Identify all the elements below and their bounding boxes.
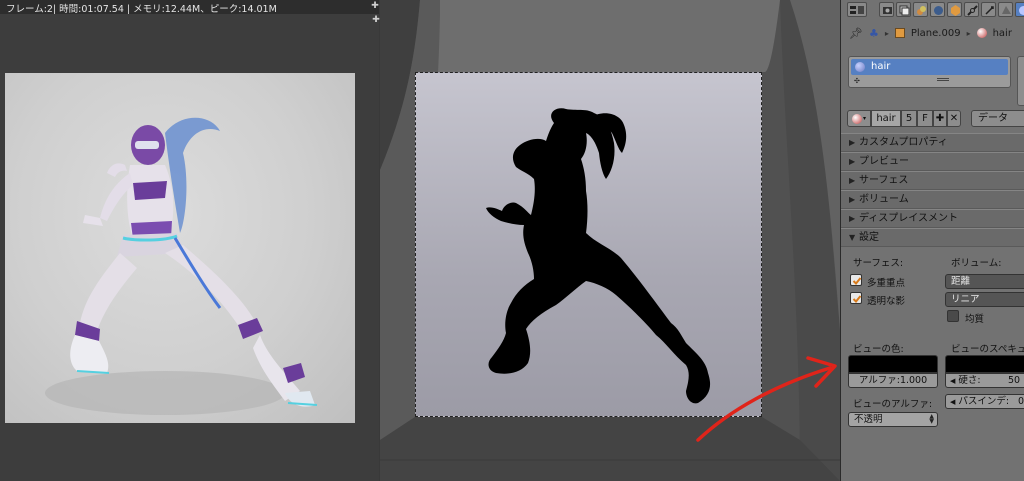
expand-triangle-icon: ▶ (849, 195, 856, 204)
world-tab-icon[interactable] (930, 2, 945, 17)
volume-sampling-select[interactable]: 距離 (945, 274, 1024, 289)
scene-tab-icon[interactable] (913, 2, 928, 17)
close-icon: ✕ (949, 113, 959, 124)
panel-label: プレビュー (859, 156, 909, 167)
panel-label: サーフェス (859, 175, 909, 186)
volume-interpolation-select[interactable]: リニア (945, 292, 1024, 307)
render-stats-header: フレーム:2| 時間:01:07.54 | メモリ:12.44M、ピーク:14.… (0, 0, 379, 14)
object-cube-icon (894, 28, 905, 38)
constraints-tab-icon[interactable] (964, 2, 979, 17)
viewport-specular-swatch[interactable] (945, 355, 1024, 373)
viewport-alpha-blend-label: ビューのアルファ: (853, 399, 933, 410)
panel-label: 設定 (859, 232, 879, 243)
material-ball-icon (855, 62, 865, 72)
pin-icon[interactable]: 📌︎ (849, 27, 863, 40)
panel-surface[interactable]: ▶ サーフェス (841, 171, 1024, 190)
viewport-specular-label: ビューのスペキュ (951, 344, 1024, 355)
material-slot-item[interactable]: hair (851, 59, 1008, 75)
surface-section-label: サーフェス: (853, 258, 904, 269)
render-layers-tab-icon[interactable] (896, 2, 911, 17)
decrement-arrow-icon[interactable]: ◀ (950, 377, 955, 385)
up-down-arrows-icon: ▲ ▼ (929, 413, 934, 425)
breadcrumb-separator-icon: ▸ (966, 28, 971, 38)
material-slot-list[interactable]: hair ✣ (848, 56, 1011, 88)
decrement-arrow-icon[interactable]: ◀ (950, 398, 955, 406)
list-resize-icon[interactable]: ✣ (854, 77, 860, 85)
area-split-handle[interactable]: ✚ (372, 16, 380, 25)
editor-type-icon[interactable] (847, 2, 867, 17)
slot-side-buttons[interactable] (1017, 56, 1024, 106)
annotation-arrow-icon (696, 356, 837, 442)
render-tab-icon[interactable] (879, 2, 894, 17)
homogeneous-checkbox[interactable] (947, 310, 959, 322)
panel-preview[interactable]: ▶ プレビュー (841, 152, 1024, 171)
multiple-importance-label: 多重重点 (867, 278, 906, 289)
render-result-panel: フレーム:2| 時間:01:07.54 | メモリ:12.44M、ピーク:14.… (0, 0, 379, 481)
panel-settings[interactable]: ▼ 設定 (841, 228, 1024, 247)
hardness-field[interactable]: ◀ 硬さ: 50 (945, 373, 1024, 388)
expand-triangle-icon: ▶ (849, 138, 856, 147)
expand-triangle-icon: ▶ (849, 176, 856, 185)
chevron-down-icon: ▾ (863, 115, 867, 122)
panel-custom-properties[interactable]: ▶ カスタムプロパティ (841, 133, 1024, 152)
transparent-shadows-label: 透明な影 (867, 296, 906, 307)
blend-mode-select[interactable]: 不透明 ▲ ▼ (848, 412, 938, 427)
material-slot-label: hair (871, 61, 891, 72)
breadcrumb: 📌︎ ♣ ▸ Plane.009 ▸ hair (841, 24, 1024, 42)
material-ball-icon (976, 28, 987, 38)
transparent-shadows-checkbox[interactable] (850, 292, 862, 304)
scene-link-icon: ♣ (868, 26, 879, 40)
panel-volume[interactable]: ▶ ボリューム (841, 190, 1024, 209)
homogeneous-label: 均質 (965, 314, 985, 325)
viewport-color-swatch[interactable] (848, 355, 938, 373)
properties-context-toolbar (841, 0, 1024, 20)
hardness-value: 50 (1008, 375, 1021, 386)
unlink-material-button[interactable]: ✕ (947, 110, 961, 127)
panel-label: カスタムプロパティ (859, 137, 948, 148)
expand-triangle-icon: ▶ (849, 157, 856, 166)
multiple-importance-checkbox[interactable] (850, 274, 862, 286)
pass-index-value: 0 (1018, 396, 1024, 407)
browse-material-button[interactable]: ▾ (847, 110, 871, 127)
viewport-color-label: ビューの色: (853, 344, 904, 355)
plus-icon: ✚ (935, 113, 945, 124)
data-tab-icon[interactable] (998, 2, 1013, 17)
new-material-button[interactable]: ✚ (933, 110, 947, 127)
material-tab-icon[interactable] (1015, 2, 1024, 17)
breadcrumb-material-name[interactable]: hair (993, 28, 1012, 39)
panel-displacement[interactable]: ▶ ディスプレイスメント (841, 209, 1024, 228)
render-image (5, 73, 355, 423)
modifiers-tab-icon[interactable] (981, 2, 996, 17)
fake-user-button[interactable]: F (917, 110, 933, 127)
properties-editor: 📌︎ ♣ ▸ Plane.009 ▸ hair hair ✣ ▾ hair 5 … (840, 0, 1024, 481)
pass-index-label: パスインデ: (958, 396, 1010, 407)
area-split-handle[interactable]: ✚ (371, 2, 379, 11)
material-datablock-row: ▾ hair 5 F ✚ ✕ (847, 110, 961, 127)
settings-panel-body: サーフェス: ボリューム: 多重重点 透明な影 距離 リニア 均質 ビューの色:… (841, 247, 1024, 481)
material-name-field[interactable]: hair (871, 110, 901, 127)
pass-index-field[interactable]: ◀ パスインデ: 0 (945, 394, 1024, 409)
volume-section-label: ボリューム: (951, 258, 1002, 269)
panel-label: ボリューム (859, 194, 909, 205)
blend-mode-value: 不透明 (854, 414, 883, 425)
hardness-label: 硬さ: (958, 375, 981, 386)
breadcrumb-object-name[interactable]: Plane.009 (911, 28, 961, 39)
viewport-alpha-field[interactable]: アルファ:1.000 (848, 373, 938, 388)
material-ball-icon (852, 114, 862, 124)
link-data-select[interactable]: データ (971, 110, 1024, 127)
list-drag-handle[interactable] (937, 78, 949, 79)
breadcrumb-separator-icon: ▸ (884, 28, 889, 38)
material-users-count[interactable]: 5 (901, 110, 917, 127)
expand-triangle-icon: ▶ (849, 214, 856, 223)
collapse-triangle-icon: ▼ (849, 233, 856, 242)
panel-label: ディスプレイスメント (859, 213, 958, 224)
object-tab-icon[interactable] (947, 2, 962, 17)
